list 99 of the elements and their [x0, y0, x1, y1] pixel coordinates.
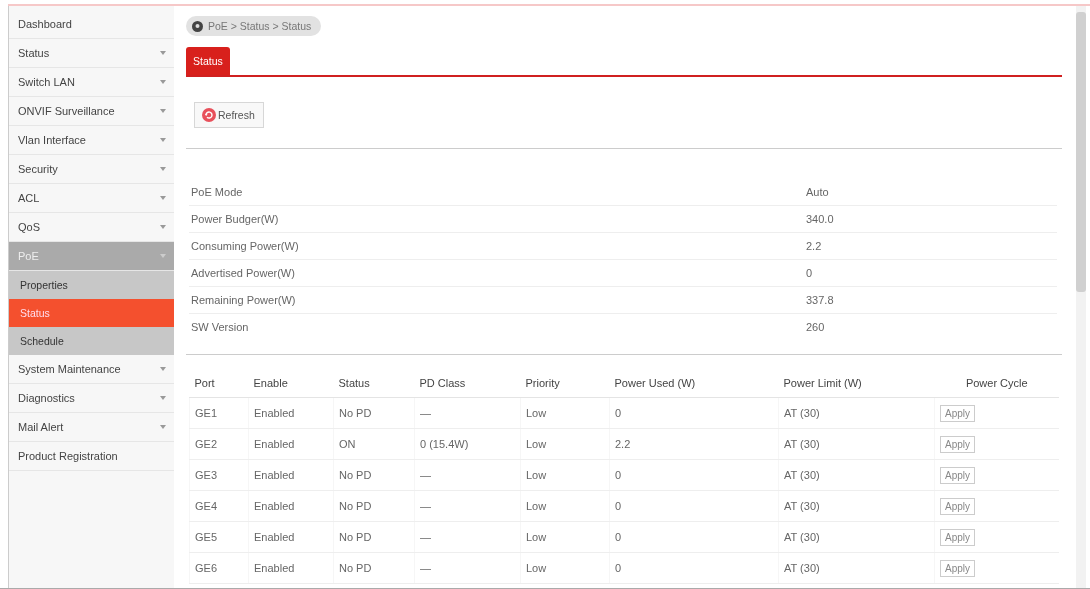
table-cell: Enabled: [248, 490, 334, 522]
table-cell: 0 (15.4W): [414, 428, 521, 460]
table-cell: Enabled: [248, 397, 334, 429]
table-cell: —: [414, 552, 521, 584]
caret-icon: [160, 396, 166, 400]
sidebar-item[interactable]: System Maintenance: [9, 355, 174, 384]
table-cell: 0: [609, 521, 779, 553]
info-label: Remaining Power(W): [190, 294, 297, 306]
scrollbar[interactable]: [1076, 6, 1086, 588]
column-header: Priority: [520, 369, 610, 398]
sidebar-item[interactable]: ONVIF Surveillance: [9, 97, 174, 126]
apply-button[interactable]: Apply: [940, 528, 975, 546]
info-value: Auto: [806, 186, 829, 198]
column-header: Status: [333, 369, 415, 398]
table-cell: Low: [520, 397, 610, 429]
apply-button[interactable]: Apply: [940, 435, 975, 453]
caret-icon: [160, 109, 166, 113]
caret-icon: [160, 254, 166, 258]
sidebar-item[interactable]: Mail Alert: [9, 413, 174, 442]
table-cell: AT (30): [778, 397, 935, 429]
info-label: SW Version: [190, 321, 250, 333]
table-cell: No PD: [333, 459, 415, 491]
table-cell: 0: [609, 490, 779, 522]
table-cell: GE5: [189, 521, 249, 553]
table-cell: AT (30): [778, 552, 935, 584]
info-value: 0: [806, 267, 813, 279]
table-cell: No PD: [333, 490, 415, 522]
sidebar-item[interactable]: Vlan Interface: [9, 126, 174, 155]
table-cell: AT (30): [778, 490, 935, 522]
location-icon: [192, 20, 203, 32]
info-value: 337.8: [806, 294, 834, 306]
refresh-icon: [202, 108, 216, 122]
table-cell: No PD: [333, 521, 415, 553]
table-cell: Low: [520, 552, 610, 584]
sidebar-subitem[interactable]: Schedule: [9, 327, 174, 355]
breadcrumb-path: PoE > Status > Status: [208, 20, 312, 32]
apply-button[interactable]: Apply: [940, 404, 975, 422]
info-value: 260: [806, 321, 825, 333]
table-cell: 0: [609, 397, 779, 429]
info-label: Consuming Power(W): [190, 240, 300, 252]
info-label: Power Budger(W): [190, 213, 280, 225]
table-cell: —: [414, 397, 521, 429]
table-cell: GE2: [189, 428, 249, 460]
caret-icon: [160, 425, 166, 429]
sidebar-item[interactable]: Dashboard: [9, 10, 174, 39]
table-cell: Low: [520, 459, 610, 491]
sidebar-item[interactable]: Product Registration: [9, 442, 174, 471]
column-header: Power Limit (W): [778, 369, 935, 398]
sidebar-item[interactable]: Security: [9, 155, 174, 184]
info-label: Advertised Power(W): [190, 267, 296, 279]
caret-icon: [160, 51, 166, 55]
refresh-button[interactable]: Refresh: [194, 102, 264, 128]
apply-button[interactable]: Apply: [940, 559, 975, 577]
sidebar-item[interactable]: Status: [9, 39, 174, 68]
caret-icon: [160, 138, 166, 142]
apply-button[interactable]: Apply: [940, 466, 975, 484]
table-cell: 2.2: [609, 428, 779, 460]
tab[interactable]: Status: [186, 47, 230, 75]
table-cell: ON: [333, 428, 415, 460]
table-cell: AT (30): [778, 428, 935, 460]
table-cell: —: [414, 490, 521, 522]
table-cell: AT (30): [778, 521, 935, 553]
table-cell: 0: [609, 459, 779, 491]
caret-icon: [160, 196, 166, 200]
caret-icon: [160, 225, 166, 229]
apply-button[interactable]: Apply: [940, 497, 975, 515]
sidebar-subitem[interactable]: Properties: [9, 271, 174, 299]
column-header: Port: [189, 369, 249, 398]
table-cell: —: [414, 459, 521, 491]
table-cell: Low: [520, 490, 610, 522]
table-cell: GE3: [189, 459, 249, 491]
info-value: 340.0: [806, 213, 834, 225]
sidebar-item[interactable]: Switch LAN: [9, 68, 174, 97]
column-header: Power Cycle: [934, 369, 1059, 398]
table-cell: GE1: [189, 397, 249, 429]
table-cell: AT (30): [778, 459, 935, 491]
column-header: Enable: [248, 369, 334, 398]
table-cell: Enabled: [248, 459, 334, 491]
table-cell: No PD: [333, 397, 415, 429]
table-cell: GE6: [189, 552, 249, 584]
table-cell: Enabled: [248, 521, 334, 553]
table-cell: Low: [520, 428, 610, 460]
table-cell: GE4: [189, 490, 249, 522]
column-header: Power Used (W): [609, 369, 779, 398]
column-header: PD Class: [414, 369, 521, 398]
table-cell: Enabled: [248, 552, 334, 584]
table-cell: Low: [520, 521, 610, 553]
info-label: PoE Mode: [190, 186, 244, 198]
sidebar-item[interactable]: ACL: [9, 184, 174, 213]
table-cell: No PD: [333, 552, 415, 584]
table-cell: 0: [609, 552, 779, 584]
sidebar-item[interactable]: Diagnostics: [9, 384, 174, 413]
info-value: 2.2: [806, 240, 822, 252]
scrollbar-thumb[interactable]: [1076, 12, 1086, 292]
table-cell: Enabled: [248, 428, 334, 460]
caret-icon: [160, 80, 166, 84]
caret-icon: [160, 167, 166, 171]
table-cell: —: [414, 521, 521, 553]
caret-icon: [160, 367, 166, 371]
